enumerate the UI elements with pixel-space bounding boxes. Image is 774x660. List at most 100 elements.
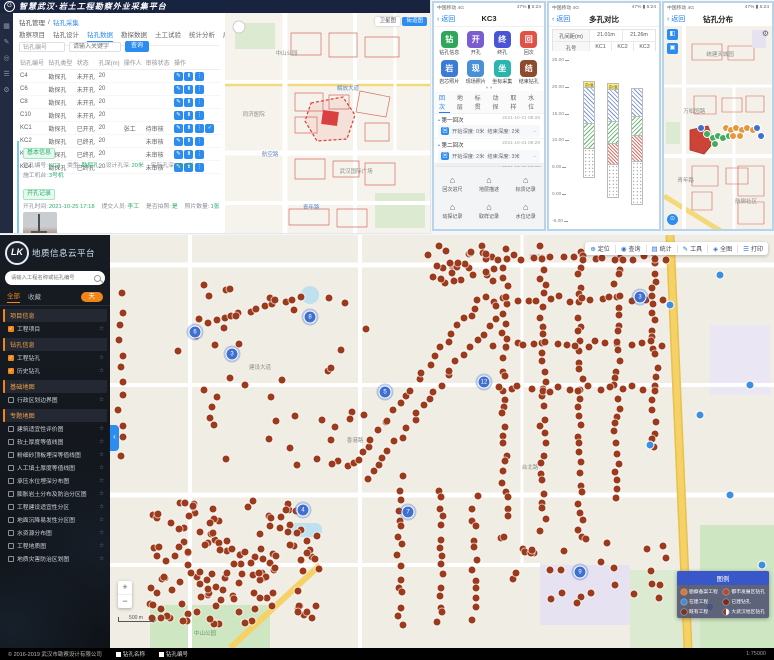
poi-marker[interactable] [666, 301, 675, 310]
poi-marker[interactable] [746, 381, 755, 390]
borehole-dot[interactable] [472, 578, 479, 585]
favorite-star-icon[interactable]: ☆ [99, 491, 104, 497]
poi-marker[interactable] [716, 271, 725, 280]
borehole-log-KC2[interactable]: 杂填土 [607, 83, 619, 198]
borehole-dot[interactable] [272, 553, 279, 560]
borehole-dot[interactable] [614, 477, 621, 484]
borehole-dot[interactable] [505, 506, 512, 513]
borehole-dot[interactable] [542, 515, 549, 522]
borehole-dot[interactable] [452, 357, 459, 364]
borehole-dot[interactable] [260, 556, 267, 563]
borehole-dot[interactable] [657, 582, 664, 589]
borehole-dot[interactable] [398, 605, 405, 612]
borehole-dot[interactable] [216, 547, 223, 554]
borehole-dot[interactable] [395, 612, 402, 619]
borehole-dot[interactable] [629, 341, 636, 348]
borehole-dot[interactable] [610, 280, 617, 287]
borehole-dot[interactable] [538, 350, 545, 357]
borehole-dot[interactable] [531, 255, 538, 262]
favorite-star-icon[interactable]: ☆ [99, 517, 104, 523]
borehole-dot[interactable] [579, 488, 586, 495]
run-record[interactable]: 第二回次2021-10-21 08:29回开始深度: 2米结束深度: 3米⌄ [434, 139, 544, 164]
tab-土工试验[interactable]: 土工试验 [155, 29, 181, 42]
row-action-button[interactable]: ⋮ [195, 85, 204, 94]
borehole-dot[interactable] [164, 613, 171, 620]
borehole-dot[interactable] [176, 578, 183, 585]
favorite-star-icon[interactable]: ☆ [99, 452, 104, 458]
borehole-dot[interactable] [613, 486, 620, 493]
borehole-dot[interactable] [435, 243, 442, 250]
tab-统计分析[interactable]: 统计分析 [189, 29, 215, 42]
filter-input[interactable] [69, 42, 121, 52]
row-action-button[interactable]: ✎ [174, 111, 183, 120]
borehole-dot[interactable] [398, 589, 405, 596]
borehole-dot[interactable] [613, 339, 620, 346]
borehole-dot[interactable] [611, 374, 618, 381]
borehole-dot[interactable] [308, 614, 315, 621]
borehole-dot[interactable] [652, 350, 659, 357]
borehole-dot[interactable] [366, 443, 373, 450]
table-row[interactable]: C8勘探孔未开孔20✎⬆⋮ [19, 96, 221, 109]
toggle-borehole-id[interactable]: 钻孔编号 [159, 650, 188, 658]
borehole-dot[interactable] [502, 423, 509, 430]
borehole-dot[interactable] [546, 567, 553, 574]
borehole-dot[interactable] [268, 603, 275, 610]
borehole-dot[interactable] [578, 295, 585, 302]
sidebar-collapse-button[interactable]: ‹ [110, 425, 119, 451]
borehole-dot[interactable] [543, 439, 550, 446]
borehole-dot[interactable] [295, 588, 302, 595]
borehole-dot[interactable] [430, 388, 437, 395]
borehole-dot[interactable] [304, 538, 311, 545]
borehole-dot[interactable] [230, 595, 237, 602]
borehole-dot[interactable] [294, 529, 301, 536]
borehole-dot[interactable] [271, 564, 278, 571]
borehole-dot[interactable] [470, 543, 477, 550]
tab-标贯[interactable]: 标贯 [475, 93, 486, 113]
borehole-dot[interactable] [619, 386, 626, 393]
borehole-dot[interactable] [597, 559, 604, 566]
app-回次[interactable]: 回回次 [516, 31, 543, 56]
borehole-dot[interactable] [239, 571, 246, 578]
borehole-dot[interactable] [370, 468, 377, 475]
borehole-dot[interactable] [207, 615, 214, 622]
toolbar-工具[interactable]: ✎工具 [683, 244, 702, 253]
borehole-dot[interactable] [616, 311, 623, 318]
borehole-dot[interactable] [394, 552, 401, 559]
borehole-dot[interactable] [575, 314, 582, 321]
chevron-down-icon[interactable]: ⌄ [533, 128, 537, 134]
zoom-in-button[interactable]: + [118, 581, 132, 595]
borehole-dot[interactable] [473, 557, 480, 564]
borehole-dot[interactable] [505, 513, 512, 520]
borehole-dot[interactable] [474, 492, 481, 499]
borehole-dot[interactable] [215, 540, 222, 547]
favorite-star-icon[interactable]: ☆ [99, 326, 104, 332]
borehole-marker[interactable] [730, 133, 736, 139]
favorite-star-icon[interactable]: ☆ [99, 465, 104, 471]
borehole-dot[interactable] [115, 336, 122, 343]
borehole-dot[interactable] [500, 274, 507, 281]
borehole-dot[interactable] [228, 546, 235, 553]
borehole-dot[interactable] [298, 557, 305, 564]
sheet-item-动探记录[interactable]: ⌂动探记录 [434, 203, 471, 220]
borehole-dot[interactable] [175, 348, 182, 355]
borehole-dot[interactable] [555, 293, 562, 300]
borehole-dot[interactable] [214, 393, 221, 400]
borehole-dot[interactable] [256, 569, 263, 576]
borehole-dot[interactable] [250, 498, 257, 505]
borehole-dot[interactable] [449, 270, 456, 277]
favorite-star-icon[interactable]: ☆ [99, 355, 104, 361]
layer-item[interactable]: 工程地质图☆ [0, 539, 110, 552]
borehole-dot[interactable] [537, 275, 544, 282]
table-row[interactable]: KC1勘探孔已开孔20张工待审核✎⬆⋮✓ [19, 122, 221, 135]
borehole-dot[interactable] [604, 540, 611, 547]
borehole-dot[interactable] [208, 403, 215, 410]
borehole-dot[interactable] [341, 299, 348, 306]
row-action-button[interactable]: ✎ [174, 85, 183, 94]
borehole-dot[interactable] [576, 348, 583, 355]
borehole-dot[interactable] [468, 566, 475, 573]
borehole-dot[interactable] [540, 304, 547, 311]
borehole-dot[interactable] [561, 547, 568, 554]
borehole-dot[interactable] [492, 315, 499, 322]
borehole-dot[interactable] [579, 257, 586, 264]
borehole-dot[interactable] [445, 339, 452, 346]
